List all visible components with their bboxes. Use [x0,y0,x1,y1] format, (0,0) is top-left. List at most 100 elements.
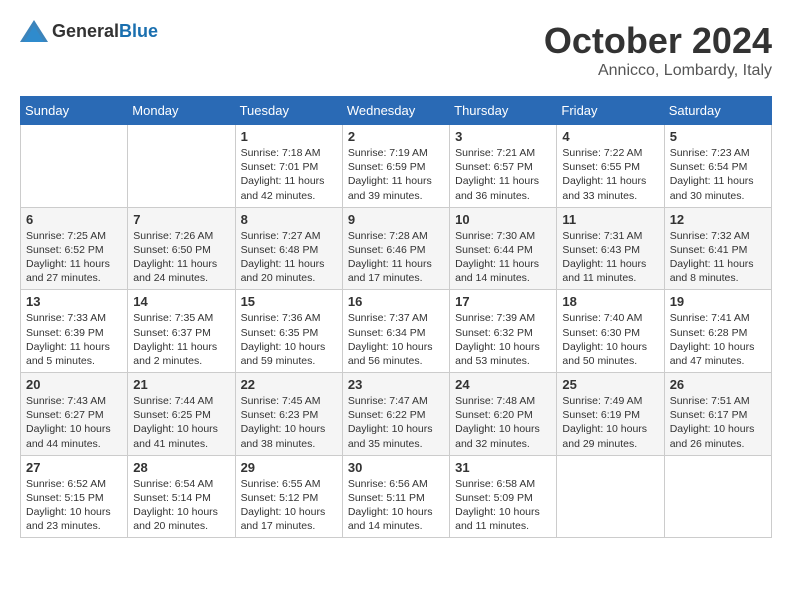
day-info: Sunrise: 7:25 AMSunset: 6:52 PMDaylight:… [26,229,122,286]
calendar-cell: 24 Sunrise: 7:48 AMSunset: 6:20 PMDayligh… [450,373,557,456]
day-info: Sunrise: 6:56 AMSunset: 5:11 PMDaylight:… [348,477,444,534]
week-row-3: 13 Sunrise: 7:33 AMSunset: 6:39 PMDayligh… [21,290,772,373]
day-number: 25 [562,377,658,392]
day-number: 13 [26,294,122,309]
day-info: Sunrise: 7:45 AMSunset: 6:23 PMDaylight:… [241,394,337,451]
day-info: Sunrise: 7:47 AMSunset: 6:22 PMDaylight:… [348,394,444,451]
day-header-monday: Monday [128,97,235,125]
calendar-cell: 22 Sunrise: 7:45 AMSunset: 6:23 PMDayligh… [235,373,342,456]
day-info: Sunrise: 6:58 AMSunset: 5:09 PMDaylight:… [455,477,551,534]
logo-blue-text: Blue [119,21,158,41]
day-number: 28 [133,460,229,475]
day-info: Sunrise: 7:35 AMSunset: 6:37 PMDaylight:… [133,311,229,368]
day-info: Sunrise: 7:23 AMSunset: 6:54 PMDaylight:… [670,146,766,203]
day-number: 1 [241,129,337,144]
calendar-cell: 8 Sunrise: 7:27 AMSunset: 6:48 PMDaylight… [235,207,342,290]
day-info: Sunrise: 7:21 AMSunset: 6:57 PMDaylight:… [455,146,551,203]
day-info: Sunrise: 7:40 AMSunset: 6:30 PMDaylight:… [562,311,658,368]
day-info: Sunrise: 6:52 AMSunset: 5:15 PMDaylight:… [26,477,122,534]
calendar-cell: 13 Sunrise: 7:33 AMSunset: 6:39 PMDayligh… [21,290,128,373]
day-info: Sunrise: 7:31 AMSunset: 6:43 PMDaylight:… [562,229,658,286]
calendar-header: SundayMondayTuesdayWednesdayThursdayFrid… [21,97,772,125]
logo-general-text: General [52,21,119,41]
calendar-cell: 21Sunrise: 7:44 AMSunset: 6:25 PMDayligh… [128,373,235,456]
day-number: 7 [133,212,229,227]
week-row-4: 20Sunrise: 7:43 AMSunset: 6:27 PMDayligh… [21,373,772,456]
day-info: Sunrise: 7:36 AMSunset: 6:35 PMDaylight:… [241,311,337,368]
day-number: 14 [133,294,229,309]
calendar-cell: 25 Sunrise: 7:49 AMSunset: 6:19 PMDayligh… [557,373,664,456]
day-header-thursday: Thursday [450,97,557,125]
day-number: 24 [455,377,551,392]
day-number: 30 [348,460,444,475]
day-number: 15 [241,294,337,309]
calendar-cell: 9 Sunrise: 7:28 AMSunset: 6:46 PMDaylight… [342,207,449,290]
header-row: SundayMondayTuesdayWednesdayThursdayFrid… [21,97,772,125]
day-number: 17 [455,294,551,309]
day-header-friday: Friday [557,97,664,125]
calendar-cell: 14 Sunrise: 7:35 AMSunset: 6:37 PMDayligh… [128,290,235,373]
calendar-cell [557,455,664,538]
day-header-tuesday: Tuesday [235,97,342,125]
day-info: Sunrise: 7:19 AMSunset: 6:59 PMDaylight:… [348,146,444,203]
calendar-cell: 1Sunrise: 7:18 AMSunset: 7:01 PMDaylight… [235,125,342,208]
day-header-sunday: Sunday [21,97,128,125]
month-year-title: October 2024 [544,20,772,62]
day-info: Sunrise: 7:27 AMSunset: 6:48 PMDaylight:… [241,229,337,286]
day-number: 4 [562,129,658,144]
day-number: 9 [348,212,444,227]
calendar-cell: 26 Sunrise: 7:51 AMSunset: 6:17 PMDayligh… [664,373,771,456]
day-info: Sunrise: 7:30 AMSunset: 6:44 PMDaylight:… [455,229,551,286]
logo-icon [20,20,48,42]
calendar-cell [664,455,771,538]
day-info: Sunrise: 7:49 AMSunset: 6:19 PMDaylight:… [562,394,658,451]
day-number: 20 [26,377,122,392]
calendar-body: 1Sunrise: 7:18 AMSunset: 7:01 PMDaylight… [21,125,772,538]
calendar-cell: 30 Sunrise: 6:56 AMSunset: 5:11 PMDayligh… [342,455,449,538]
calendar-cell: 7 Sunrise: 7:26 AMSunset: 6:50 PMDaylight… [128,207,235,290]
day-info: Sunrise: 7:37 AMSunset: 6:34 PMDaylight:… [348,311,444,368]
day-info: Sunrise: 7:48 AMSunset: 6:20 PMDaylight:… [455,394,551,451]
page-header: GeneralBlue October 2024 Annicco, Lombar… [20,20,772,80]
week-row-5: 27 Sunrise: 6:52 AMSunset: 5:15 PMDayligh… [21,455,772,538]
logo: GeneralBlue [20,20,158,42]
calendar-cell: 23 Sunrise: 7:47 AMSunset: 6:22 PMDayligh… [342,373,449,456]
day-info: Sunrise: 7:22 AMSunset: 6:55 PMDaylight:… [562,146,658,203]
day-info: Sunrise: 7:41 AMSunset: 6:28 PMDaylight:… [670,311,766,368]
day-header-saturday: Saturday [664,97,771,125]
day-number: 31 [455,460,551,475]
day-info: Sunrise: 7:33 AMSunset: 6:39 PMDaylight:… [26,311,122,368]
day-number: 12 [670,212,766,227]
day-number: 27 [26,460,122,475]
calendar-cell [128,125,235,208]
calendar-cell: 17Sunrise: 7:39 AMSunset: 6:32 PMDayligh… [450,290,557,373]
day-header-wednesday: Wednesday [342,97,449,125]
day-info: Sunrise: 7:32 AMSunset: 6:41 PMDaylight:… [670,229,766,286]
day-info: Sunrise: 7:28 AMSunset: 6:46 PMDaylight:… [348,229,444,286]
location-subtitle: Annicco, Lombardy, Italy [544,62,772,80]
calendar-cell: 29 Sunrise: 6:55 AMSunset: 5:12 PMDayligh… [235,455,342,538]
day-number: 29 [241,460,337,475]
day-number: 8 [241,212,337,227]
title-block: October 2024 Annicco, Lombardy, Italy [544,20,772,80]
day-number: 23 [348,377,444,392]
day-info: Sunrise: 7:44 AMSunset: 6:25 PMDaylight:… [133,394,229,451]
day-number: 6 [26,212,122,227]
calendar-cell: 28 Sunrise: 6:54 AMSunset: 5:14 PMDayligh… [128,455,235,538]
day-info: Sunrise: 6:55 AMSunset: 5:12 PMDaylight:… [241,477,337,534]
day-number: 18 [562,294,658,309]
week-row-1: 1Sunrise: 7:18 AMSunset: 7:01 PMDaylight… [21,125,772,208]
day-number: 10 [455,212,551,227]
day-info: Sunrise: 6:54 AMSunset: 5:14 PMDaylight:… [133,477,229,534]
calendar-cell: 5Sunrise: 7:23 AMSunset: 6:54 PMDaylight… [664,125,771,208]
calendar-cell: 6 Sunrise: 7:25 AMSunset: 6:52 PMDaylight… [21,207,128,290]
calendar-cell: 10 Sunrise: 7:30 AMSunset: 6:44 PMDayligh… [450,207,557,290]
day-number: 11 [562,212,658,227]
calendar-table: SundayMondayTuesdayWednesdayThursdayFrid… [20,96,772,538]
day-info: Sunrise: 7:51 AMSunset: 6:17 PMDaylight:… [670,394,766,451]
day-number: 26 [670,377,766,392]
day-info: Sunrise: 7:26 AMSunset: 6:50 PMDaylight:… [133,229,229,286]
calendar-cell: 12 Sunrise: 7:32 AMSunset: 6:41 PMDayligh… [664,207,771,290]
day-number: 22 [241,377,337,392]
day-number: 3 [455,129,551,144]
